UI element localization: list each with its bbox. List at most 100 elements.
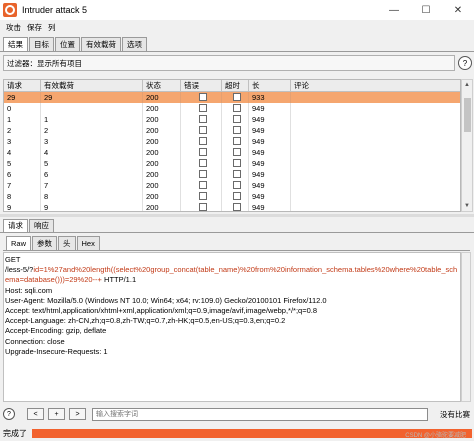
timeout-checkbox[interactable]: [232, 137, 241, 145]
table-row[interactable]: 3 3 200 949: [4, 136, 460, 147]
editor-scrollbar[interactable]: [461, 252, 471, 402]
error-cell: [181, 169, 222, 180]
minimize-button[interactable]: —: [378, 0, 410, 20]
error-checkbox[interactable]: [198, 148, 207, 156]
comment-cell: [291, 180, 460, 191]
table-row[interactable]: 29 29 200 933: [4, 92, 460, 103]
status-bar: 完成了 CSDN @小骆驼要减肥: [0, 425, 474, 441]
scroll-down-arrow-icon[interactable]: ▼: [462, 201, 472, 211]
menu-columns[interactable]: 列: [48, 22, 56, 33]
tab-results[interactable]: 结果: [3, 37, 28, 51]
payload-cell: [41, 103, 143, 114]
message-tabs: 请求 响应: [3, 219, 55, 232]
tab-response[interactable]: 响应: [29, 219, 54, 232]
menu-attack[interactable]: 攻击: [6, 22, 21, 33]
timeout-checkbox[interactable]: [232, 203, 241, 211]
comment-cell: [291, 158, 460, 169]
column-header-timeout[interactable]: 超时: [222, 80, 249, 92]
column-header-error[interactable]: 错误: [181, 80, 222, 92]
error-checkbox[interactable]: [198, 126, 207, 134]
error-checkbox[interactable]: [198, 192, 207, 200]
timeout-checkbox[interactable]: [232, 192, 241, 200]
length-cell: 949: [249, 125, 291, 136]
column-header-status[interactable]: 状态: [143, 80, 181, 92]
status-cell: 200: [143, 125, 181, 136]
column-header-comment[interactable]: 评论: [291, 80, 460, 92]
tab-raw[interactable]: Raw: [6, 236, 32, 250]
request-path: /less-5/?: [5, 265, 34, 275]
length-cell: 949: [249, 147, 291, 158]
prev-match-button[interactable]: <: [27, 408, 44, 420]
tab-positions[interactable]: 位置: [55, 37, 80, 51]
filter-bar[interactable]: 过滤器：显示所有项目: [3, 55, 455, 71]
tab-payloads[interactable]: 有效载荷: [81, 37, 121, 51]
timeout-checkbox[interactable]: [232, 148, 241, 156]
error-checkbox[interactable]: [198, 181, 207, 189]
next-match-button[interactable]: >: [69, 408, 86, 420]
scroll-up-arrow-icon[interactable]: ▲: [462, 80, 472, 90]
error-cell: [181, 191, 222, 202]
table-row[interactable]: 5 5 200 949: [4, 158, 460, 169]
error-checkbox[interactable]: [198, 170, 207, 178]
error-checkbox[interactable]: [198, 93, 207, 101]
timeout-checkbox[interactable]: [232, 159, 241, 167]
status-cell: 200: [143, 180, 181, 191]
table-row[interactable]: 6 6 200 949: [4, 169, 460, 180]
tab-headers[interactable]: 头: [58, 236, 76, 250]
maximize-button[interactable]: ☐: [410, 0, 442, 20]
header-line: Connection: close: [5, 336, 65, 346]
status-cell: 200: [143, 114, 181, 125]
search-help-icon[interactable]: ?: [3, 408, 15, 420]
timeout-cell: [222, 136, 249, 147]
error-checkbox[interactable]: [198, 104, 207, 112]
timeout-checkbox[interactable]: [232, 115, 241, 123]
tab-target[interactable]: 目标: [29, 37, 54, 51]
comment-cell: [291, 202, 460, 211]
error-checkbox[interactable]: [198, 159, 207, 167]
timeout-cell: [222, 191, 249, 202]
table-scrollbar[interactable]: ▲ ▼: [461, 79, 473, 212]
table-row[interactable]: 4 4 200 949: [4, 147, 460, 158]
length-cell: 949: [249, 180, 291, 191]
scroll-thumb[interactable]: [464, 98, 471, 132]
split-pane-divider[interactable]: [0, 214, 474, 217]
timeout-checkbox[interactable]: [232, 170, 241, 178]
error-checkbox[interactable]: [198, 137, 207, 145]
table-row[interactable]: 9 9 200 949: [4, 202, 460, 211]
timeout-checkbox[interactable]: [232, 104, 241, 112]
table-row[interactable]: 2 2 200 949: [4, 125, 460, 136]
tabs-divider: [3, 250, 470, 251]
comment-cell: [291, 169, 460, 180]
timeout-checkbox[interactable]: [232, 181, 241, 189]
table-row[interactable]: 7 7 200 949: [4, 180, 460, 191]
search-bar: ? < + > 没有比赛: [3, 408, 473, 422]
timeout-checkbox[interactable]: [232, 126, 241, 134]
search-input[interactable]: [92, 408, 428, 421]
column-header-length[interactable]: 长: [249, 80, 291, 92]
tab-hex[interactable]: Hex: [76, 236, 100, 250]
status-cell: 200: [143, 92, 181, 103]
tab-options[interactable]: 选项: [122, 37, 147, 51]
table-row[interactable]: 0 200 949: [4, 103, 460, 114]
comment-cell: [291, 136, 460, 147]
help-icon[interactable]: ?: [458, 56, 472, 70]
timeout-checkbox[interactable]: [232, 93, 241, 101]
column-header-request[interactable]: 请求: [4, 80, 41, 92]
error-checkbox[interactable]: [198, 115, 207, 123]
close-button[interactable]: ✕: [442, 0, 474, 20]
tab-params[interactable]: 参数: [32, 236, 58, 250]
error-checkbox[interactable]: [198, 203, 207, 211]
timeout-cell: [222, 92, 249, 103]
request-protocol: HTTP/1.1: [101, 275, 137, 285]
table-row[interactable]: 1 1 200 949: [4, 114, 460, 125]
table-row[interactable]: 8 8 200 949: [4, 191, 460, 202]
tab-request[interactable]: 请求: [3, 219, 28, 232]
add-button[interactable]: +: [48, 408, 65, 420]
column-header-payload[interactable]: 有效载荷: [41, 80, 143, 92]
request-editor[interactable]: GET /less-5/?id=1%27and%20length((select…: [3, 252, 461, 402]
main-tabs: 结果 目标 位置 有效载荷 选项: [3, 37, 148, 51]
menu-save[interactable]: 保存: [27, 22, 42, 33]
error-cell: [181, 158, 222, 169]
header-line: Upgrade-Insecure-Requests: 1: [5, 346, 108, 356]
status-cell: 200: [143, 202, 181, 211]
